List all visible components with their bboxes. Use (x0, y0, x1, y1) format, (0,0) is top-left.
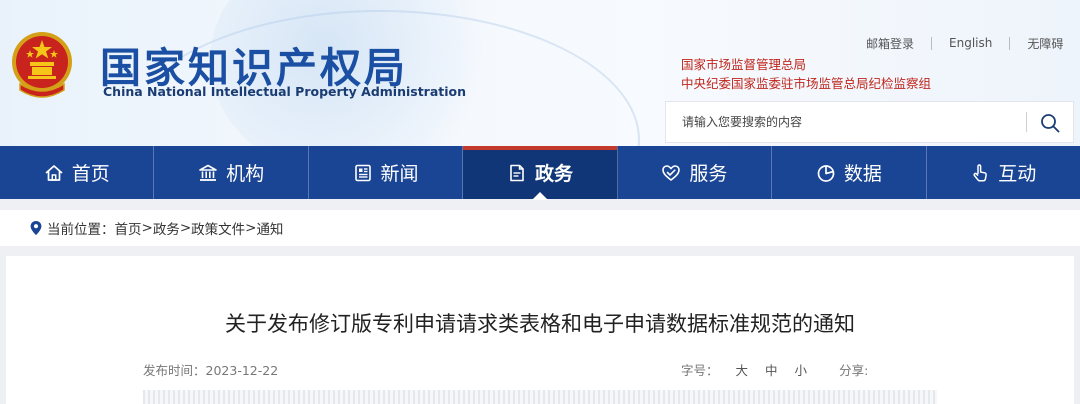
breadcrumb-policy-documents[interactable]: 政策文件 (191, 218, 245, 238)
breadcrumb-government-affairs[interactable]: 政务 (153, 218, 180, 238)
breadcrumb-prefix: 当前位置： (47, 222, 115, 238)
top-links: 邮箱登录 English 无障碍 (866, 35, 1063, 51)
nav-label: 政务 (534, 163, 573, 185)
publish-date-label: 发布时间： (143, 363, 206, 378)
search-divider (1026, 112, 1027, 132)
link-divider (1009, 36, 1011, 50)
breadcrumb-separator: > (245, 220, 257, 236)
nav-item-data[interactable]: 数据 (772, 146, 927, 199)
article-tools: 字号： 大 中 小 分享: (681, 360, 868, 379)
font-size-small-button[interactable]: 小 (795, 360, 808, 379)
nav-label: 数据 (843, 163, 882, 185)
samr-link[interactable]: 国家市场监督管理总局 (681, 55, 931, 74)
nav-item-home[interactable]: 首页 (0, 146, 155, 199)
document-icon (507, 163, 527, 183)
search-button[interactable] (1037, 110, 1063, 136)
site-header: 国家知识产权局 China National Intellectual Prop… (0, 0, 1080, 146)
ministry-links: 国家市场监督管理总局 中央纪委国家监委驻市场监管总局纪检监察组 (681, 55, 931, 93)
search-icon (1041, 114, 1060, 133)
publish-date-value: 2023-12-22 (205, 363, 279, 378)
main-nav: 首页 机构 新闻 政务 服务 数据 互动 (0, 146, 1080, 200)
discipline-inspection-link[interactable]: 中央纪委国家监委驻市场监管总局纪检监察组 (681, 74, 931, 93)
nav-label: 首页 (71, 163, 110, 185)
meta-divider (143, 390, 937, 404)
nav-item-service[interactable]: 服务 (618, 146, 773, 199)
article-container: 关于发布修订版专利申请请求类表格和电子申请数据标准规范的通知 发布时间：2023… (6, 256, 1074, 404)
font-size-large-button[interactable]: 大 (736, 360, 749, 379)
font-size-medium-button[interactable]: 中 (765, 360, 778, 379)
search-input[interactable] (666, 102, 1026, 142)
font-size-label: 字号： (681, 363, 719, 378)
data-pie-icon (816, 163, 836, 183)
nav-item-interaction[interactable]: 互动 (927, 146, 1080, 199)
nav-label: 服务 (689, 163, 728, 185)
accessibility-link[interactable]: 无障碍 (1027, 35, 1063, 52)
publish-date: 发布时间：2023-12-22 (143, 360, 278, 379)
mail-login-link[interactable]: 邮箱登录 (866, 35, 914, 52)
share-label: 分享: (839, 363, 869, 378)
breadcrumb-separator: > (141, 220, 153, 236)
nav-label: 新闻 (380, 163, 419, 185)
home-icon (44, 163, 64, 183)
breadcrumb: 当前位置： 首页 > 政务 > 政策文件 > 通知 (0, 210, 1080, 246)
service-icon (661, 163, 681, 183)
institution-icon (198, 163, 218, 183)
search-box (665, 101, 1074, 143)
hand-pointer-icon (970, 163, 990, 183)
link-divider (931, 36, 933, 50)
nav-label: 机构 (226, 163, 265, 185)
site-logo-subtitle: China National Intellectual Property Adm… (103, 84, 467, 99)
article-title: 关于发布修订版专利申请请求类表格和电子申请数据标准规范的通知 (225, 312, 855, 336)
nav-item-news[interactable]: 新闻 (309, 146, 464, 199)
breadcrumb-separator: > (179, 220, 192, 236)
nav-item-government-affairs[interactable]: 政务 (463, 146, 618, 200)
nav-label: 互动 (998, 163, 1037, 185)
news-icon (353, 163, 373, 183)
location-pin-icon (29, 220, 43, 236)
breadcrumb-notice[interactable]: 通知 (256, 218, 283, 238)
english-link[interactable]: English (949, 36, 992, 50)
breadcrumb-home[interactable]: 首页 (115, 218, 142, 238)
national-emblem-icon (12, 32, 72, 98)
nav-item-institution[interactable]: 机构 (154, 146, 309, 199)
